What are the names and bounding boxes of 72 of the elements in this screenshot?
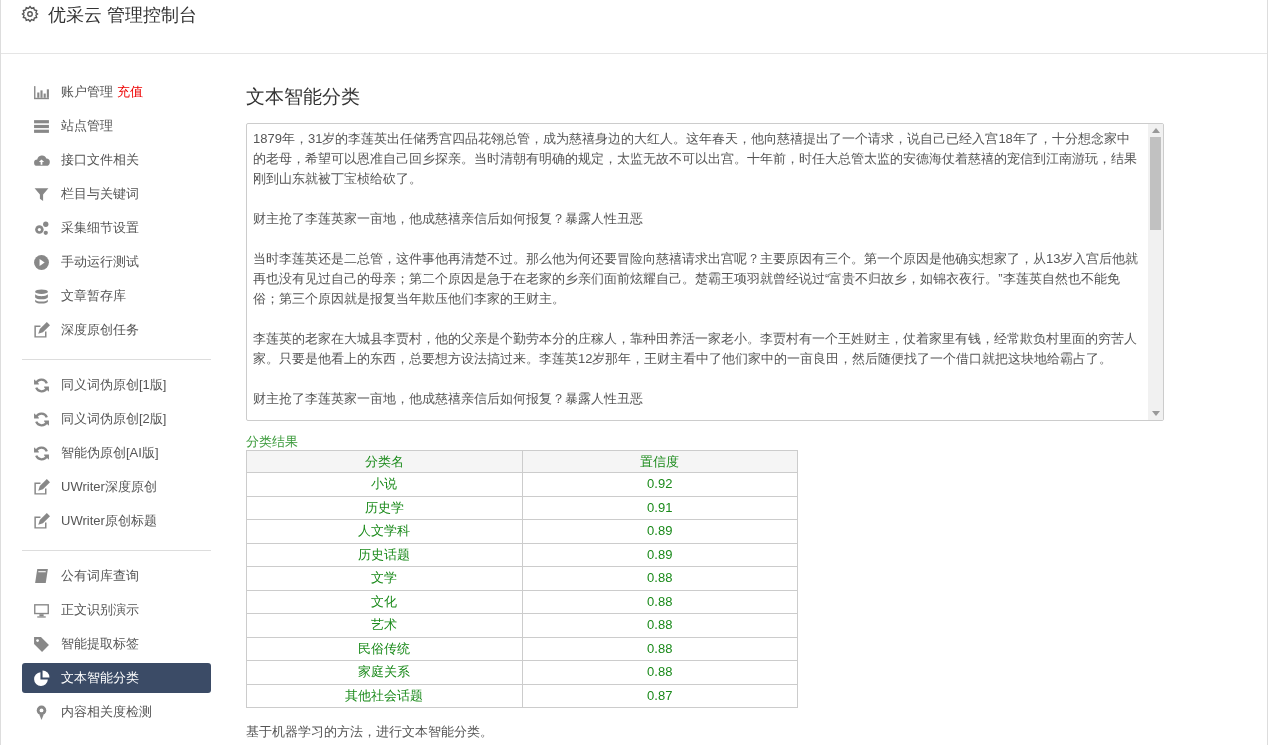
sidebar-item[interactable]: 深度原创任务	[22, 315, 211, 345]
scrollbar[interactable]	[1148, 124, 1163, 420]
table-cell: 0.89	[522, 519, 798, 543]
play-icon	[33, 253, 50, 271]
scrollbar-thumb[interactable]	[1150, 137, 1161, 230]
table-cell: 其他社会话题	[246, 684, 522, 708]
text-paragraph: 1879年，31岁的李莲英出任储秀宫四品花翎总管，成为慈禧身边的大红人。这年春天，他向慈禧提出了一个请求，说自己已经入宫18年了，十分想念家中的老母，希望可以恩准自己回乡探亲。当时清朝有明确的规定，太监无故不可以出宫。十年前，时任大总管太监的安德海仗着慈禧的宠信到江南游玩，结果刚到山东就被丁宝桢给砍了。	[253, 130, 1138, 188]
text-paragraph: 财主抢了李莲英家一亩地，他成慈禧亲信后如何报复？暴露人性丑恶	[253, 210, 644, 228]
window-title: 优采云 管理控制台	[48, 4, 197, 27]
table-cell: 文化	[246, 590, 522, 614]
sidebar-item[interactable]: 同义词伪原创[1版]	[22, 370, 211, 400]
text-paragraph: 财主抢了李莲英家一亩地，他成慈禧亲信后如何报复？暴露人性丑恶	[253, 390, 644, 408]
sidebar-item[interactable]: 智能伪原创[AI版]	[22, 438, 211, 468]
table-cell: 历史话题	[246, 543, 522, 567]
table-cell: 0.89	[522, 543, 798, 567]
sidebar-item[interactable]: 智能提取标签	[22, 629, 211, 659]
sidebar-item[interactable]: 同义词伪原创[2版]	[22, 404, 211, 434]
tag-icon	[33, 635, 50, 653]
table-cell: 0.88	[522, 566, 798, 590]
sidebar-item[interactable]: 账户管理 充值	[22, 77, 211, 107]
edit-icon	[33, 478, 50, 496]
monitor-icon	[33, 601, 50, 619]
sidebar-item[interactable]: UWriter原创标题	[22, 506, 211, 536]
table-cell: 家庭关系	[246, 660, 522, 684]
table-cell: 0.88	[522, 660, 798, 684]
sidebar-item[interactable]: 栏目与关键词	[22, 179, 211, 209]
page-title: 文本智能分类	[246, 85, 361, 109]
server-icon	[33, 117, 50, 135]
sidebar-item[interactable]: 站点管理	[22, 111, 211, 141]
sidebar-item[interactable]: UWriter深度原创	[22, 472, 211, 502]
table-cell: 小说	[246, 472, 522, 496]
table-cell: 0.91	[522, 496, 798, 520]
table-cell: 0.88	[522, 637, 798, 661]
edit-icon	[33, 512, 50, 530]
sidebar-item[interactable]: 正文识别演示	[22, 595, 211, 625]
filter-icon	[33, 185, 50, 203]
sidebar-item[interactable]: 文本智能分类	[22, 663, 211, 693]
database-icon	[33, 287, 50, 305]
refresh-icon	[33, 376, 50, 394]
table-cell: 艺术	[246, 613, 522, 637]
table-cell: 历史学	[246, 496, 522, 520]
table-cell: 文学	[246, 566, 522, 590]
sidebar-item[interactable]: 采集细节设置	[22, 213, 211, 243]
gears-icon	[33, 219, 50, 237]
text-area[interactable]	[246, 123, 1164, 421]
settings-icon	[21, 5, 39, 23]
sidebar-item[interactable]: 公有词库查询	[22, 561, 211, 591]
column-header: 分类名	[246, 450, 522, 473]
bar-chart-icon	[33, 83, 50, 101]
pie-chart-icon	[33, 669, 50, 687]
sidebar-item[interactable]: 文章暂存库	[22, 281, 211, 311]
result-label: 分类结果	[246, 434, 299, 450]
refresh-icon	[33, 410, 50, 428]
sidebar-item[interactable]: 接口文件相关	[22, 145, 211, 175]
sidebar-item[interactable]: 手动运行测试	[22, 247, 211, 277]
table-cell: 民俗传统	[246, 637, 522, 661]
column-header: 置信度	[522, 450, 798, 473]
table-cell: 人文学科	[246, 519, 522, 543]
edit-icon	[33, 321, 50, 339]
table-cell: 0.88	[522, 590, 798, 614]
scroll-down-icon[interactable]	[1151, 411, 1160, 416]
scroll-up-icon[interactable]	[1151, 128, 1160, 133]
table-cell: 0.88	[522, 613, 798, 637]
table-cell: 0.92	[522, 472, 798, 496]
table-cell: 0.87	[522, 684, 798, 708]
description-text: 基于机器学习的方法，进行文本智能分类。	[246, 723, 494, 741]
text-paragraph: 当时李莲英还是二总管，这件事他再清楚不过。那么他为何还要冒险向慈禧请求出宫呢？主要原因有三个。第一个原因是他确实想家了，从13岁入宫后他就再也没有见过自己的母亲；第二个原因是急于在老家的乡亲们面前炫耀自己。楚霸王项羽就曾经说过“富贵不归故乡，如锦衣夜行。”李莲英自然也不能免俗；第三个原因就是报复当年欺压他们李家的王财主。	[253, 250, 1140, 308]
refresh-icon	[33, 444, 50, 462]
sidebar-item[interactable]: 内容相关度检测	[22, 697, 211, 727]
book-icon	[33, 567, 50, 585]
text-paragraph: 李莲英的老家在大城县李贾村，他的父亲是个勤劳本分的庄稼人，靠种田养活一家老小。李贾村有一个王姓财主，仗着家里有钱，经常欺负村里面的穷苦人家。只要是他看上的东西，总要想方设法搞过来。李莲英12岁那年，王财主看中了他们家中的一亩良田，然后随便找了一个借口就把这块地给霸占了。	[253, 330, 1138, 368]
recharge-link[interactable]: 充值	[117, 82, 143, 102]
